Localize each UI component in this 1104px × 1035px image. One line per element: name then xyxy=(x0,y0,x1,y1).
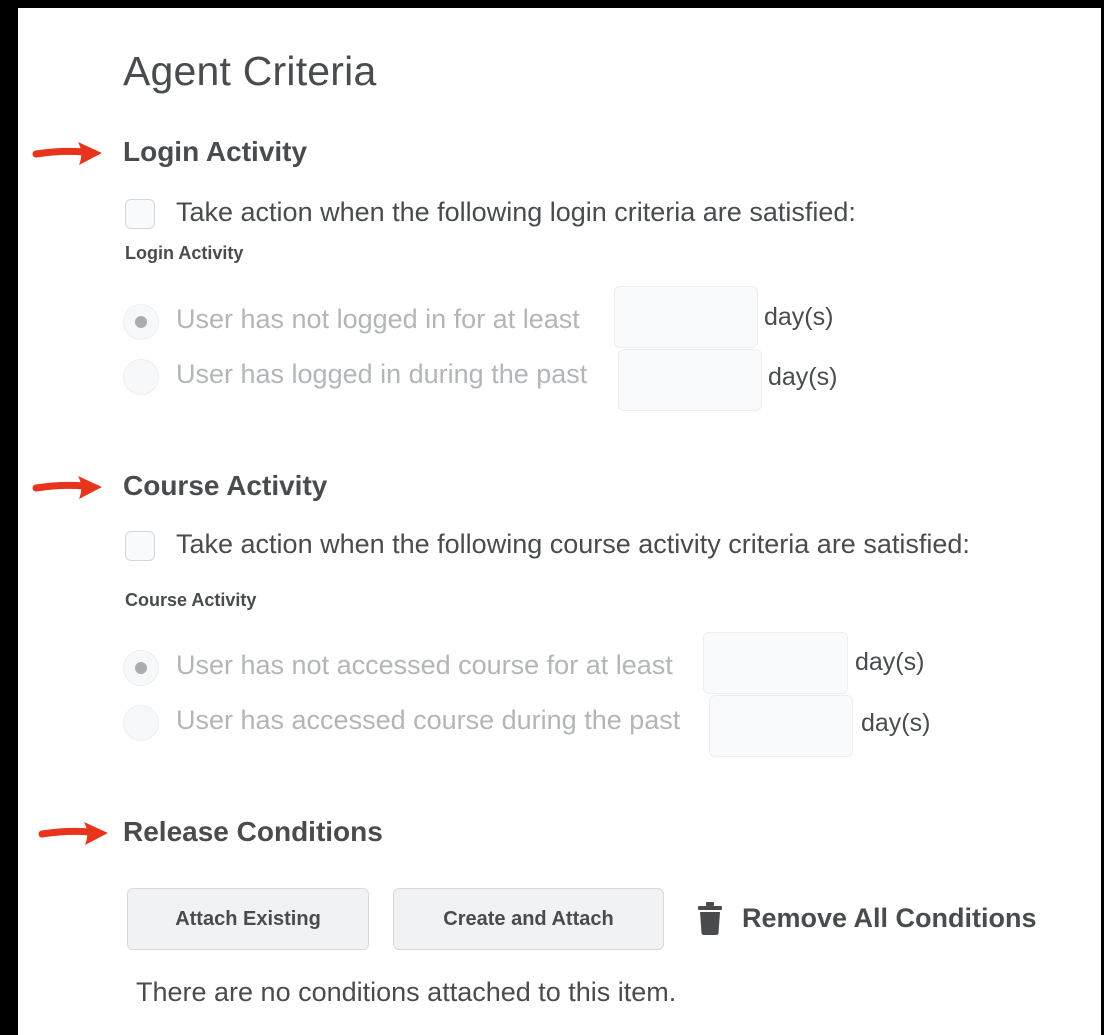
red-arrow-icon xyxy=(32,142,102,165)
login-activity-heading: Login Activity xyxy=(123,136,308,167)
course-criteria-label: Take action when the following course ac… xyxy=(176,529,970,559)
login-logged-in-label: User has logged in during the past xyxy=(176,359,588,389)
course-accessed-radio[interactable] xyxy=(123,705,159,741)
course-criteria-checkbox[interactable] xyxy=(125,531,155,561)
course-not-accessed-label: User has not accessed course for at leas… xyxy=(176,650,673,680)
login-not-logged-in-unit: day(s) xyxy=(764,303,834,331)
login-not-logged-in-label: User has not logged in for at least xyxy=(176,304,580,334)
course-not-accessed-days-input[interactable] xyxy=(703,632,848,694)
login-logged-in-unit: day(s) xyxy=(768,363,838,391)
red-arrow-icon xyxy=(38,822,108,845)
course-activity-sublabel: Course Activity xyxy=(125,590,257,610)
agent-criteria-panel: Agent Criteria Login Activity Take actio… xyxy=(0,0,1104,1035)
trash-icon xyxy=(698,902,722,935)
login-criteria-checkbox[interactable] xyxy=(125,199,155,229)
course-accessed-label: User has accessed course during the past xyxy=(176,705,681,735)
login-not-logged-in-radio[interactable] xyxy=(123,304,159,340)
red-arrow-icon xyxy=(32,476,102,499)
course-not-accessed-unit: day(s) xyxy=(855,648,925,676)
page-title: Agent Criteria xyxy=(123,48,377,94)
course-accessed-days-input[interactable] xyxy=(709,695,853,757)
login-activity-sublabel: Login Activity xyxy=(125,243,244,263)
login-not-logged-in-days-input[interactable] xyxy=(614,286,758,348)
no-conditions-message: There are no conditions attached to this… xyxy=(136,977,677,1007)
remove-all-conditions-label: Remove All Conditions xyxy=(742,902,1037,933)
login-logged-in-radio[interactable] xyxy=(123,359,159,395)
login-criteria-label: Take action when the following login cri… xyxy=(176,197,856,227)
remove-all-conditions-link[interactable]: Remove All Conditions xyxy=(698,901,1037,935)
release-conditions-heading: Release Conditions xyxy=(123,816,383,847)
attach-existing-button[interactable]: Attach Existing xyxy=(127,888,369,950)
course-accessed-unit: day(s) xyxy=(861,709,931,737)
create-and-attach-button[interactable]: Create and Attach xyxy=(393,888,664,950)
login-logged-in-days-input[interactable] xyxy=(618,349,762,411)
course-activity-heading: Course Activity xyxy=(123,470,328,501)
course-not-accessed-radio[interactable] xyxy=(123,650,159,686)
